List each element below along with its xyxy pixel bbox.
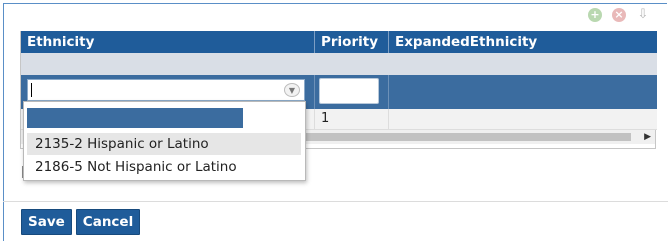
- column-header-expandedethnicity[interactable]: ExpandedEthnicity: [389, 31, 657, 53]
- dropdown-option-not-hispanic[interactable]: 2186-5 Not Hispanic or Latino: [27, 156, 301, 178]
- text-caret: [31, 83, 32, 97]
- ethnicity-combobox[interactable]: ▼: [27, 79, 305, 101]
- divider: [3, 201, 668, 202]
- dropdown-option-blank[interactable]: [27, 108, 243, 128]
- scroll-right-icon[interactable]: ▶: [644, 130, 651, 144]
- cancel-button[interactable]: Cancel: [75, 209, 141, 235]
- edit-cell-priority: [315, 75, 389, 109]
- delete-row-icon[interactable]: ×: [612, 8, 626, 22]
- cell-priority: 1: [315, 109, 389, 129]
- ethnicity-dropdown-list: 2135-2 Hispanic or Latino 2186-5 Not His…: [23, 101, 306, 181]
- add-row-icon[interactable]: +: [588, 8, 602, 22]
- refresh-icon[interactable]: ⇩: [636, 8, 650, 22]
- cell-expanded: [389, 109, 657, 129]
- footer-buttons: Save Cancel: [21, 209, 141, 235]
- chevron-down-icon[interactable]: ▼: [284, 83, 300, 97]
- column-header-priority[interactable]: Priority: [315, 31, 389, 53]
- grid-toolbar: + × ⇩: [588, 8, 650, 22]
- dropdown-option-hispanic[interactable]: 2135-2 Hispanic or Latino: [27, 133, 301, 155]
- grid-header: Ethnicity Priority ExpandedEthnicity: [21, 31, 657, 53]
- edit-cell-expanded: [389, 75, 657, 109]
- save-button[interactable]: Save: [21, 209, 72, 235]
- filter-row: [21, 53, 657, 75]
- column-header-ethnicity[interactable]: Ethnicity: [21, 31, 315, 53]
- priority-input[interactable]: [319, 78, 379, 104]
